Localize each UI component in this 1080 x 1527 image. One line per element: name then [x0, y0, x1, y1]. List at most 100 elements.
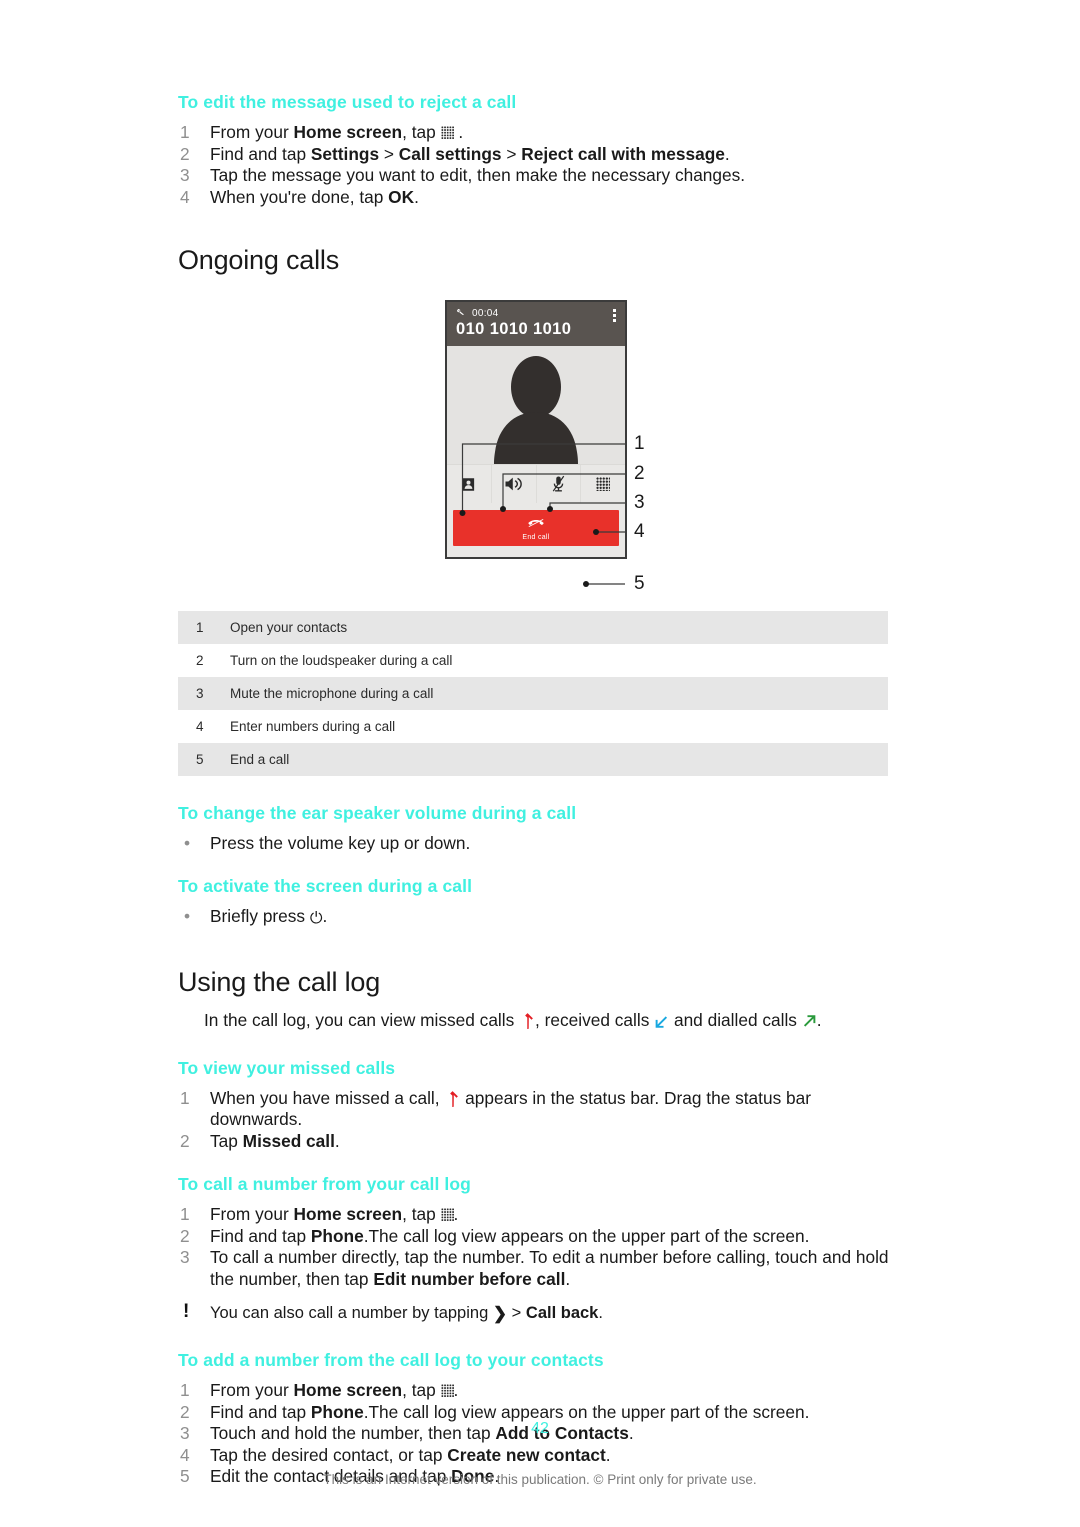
dialled-call-icon [803, 1015, 816, 1027]
phone-status-header: 00:04 010 1010 1010 [447, 302, 625, 346]
heading-call-from-log: To call a number from your call log [178, 1174, 471, 1194]
app-grid-icon [440, 1384, 454, 1397]
legend-number: 2 [196, 653, 204, 668]
callout-number-4: 4 [634, 521, 645, 542]
step-text: Tap the desired contact, or tap Create n… [210, 1444, 611, 1465]
table-row: 3 Mute the microphone during a call [178, 677, 888, 710]
end-call-area: End call [447, 503, 625, 557]
step-number: 2 [180, 1225, 190, 1246]
legend-number: 5 [178, 743, 230, 776]
step-text: From your Home screen, tap . [210, 1380, 459, 1400]
step-text: Tap the message you want to edit, then m… [210, 165, 746, 185]
legend-description: Open your contacts [230, 611, 888, 644]
step-text: Find and tap Settings > Call settings > … [210, 143, 730, 164]
list-item: 4 Tap the desired contact, or tap Create… [178, 1445, 908, 1467]
footer-note: This is an Internet version of this publ… [323, 1472, 757, 1487]
heading-view-missed-calls: To view your missed calls [178, 1057, 396, 1078]
callout-legend-table: 1 Open your contacts 2 Turn on the louds… [178, 611, 888, 776]
page-number: 42 [531, 1420, 549, 1437]
call-log-intro: In the call log, you can view missed cal… [204, 1010, 822, 1030]
mute-microphone-button[interactable] [537, 465, 582, 503]
list-item: 3 Tap the message you want to edit, then… [178, 165, 908, 187]
legend-number: 1 [178, 611, 230, 644]
phone-handset-icon [457, 308, 464, 316]
legend-description: Enter numbers during a call [230, 719, 396, 734]
list-item: 2 Find and tap Phone.The call log view a… [178, 1226, 908, 1248]
contacts-button[interactable] [447, 465, 492, 503]
loudspeaker-icon [505, 477, 522, 491]
ongoing-call-figure: 00:04 010 1010 1010 End call 1 2 3 4 5 [178, 300, 908, 595]
callout-number-2: 2 [634, 463, 645, 484]
received-call-icon [655, 1016, 668, 1028]
tip-text: You can also call a number by tapping ❯ … [210, 1304, 603, 1323]
step-text: From your Home screen, tap . [210, 122, 464, 142]
callout-number-5: 5 [634, 573, 645, 594]
step-number: 3 [180, 165, 190, 185]
legend-description: Mute the microphone during a call [230, 677, 888, 710]
step-number: 1 [180, 1087, 190, 1108]
step-number: 3 [180, 1247, 190, 1267]
missed-call-icon [525, 1013, 533, 1029]
step-number: 1 [180, 1380, 190, 1400]
end-call-label: End call [522, 534, 550, 541]
bullets-activate-screen: • Briefly press ⏻. [178, 906, 908, 930]
list-item: 1 From your Home screen, tap . [178, 122, 908, 144]
step-number: 1 [180, 122, 190, 142]
list-item: 1 From your Home screen, tap . [178, 1204, 908, 1226]
step-text: Tap Missed call. [210, 1130, 340, 1151]
steps-call-from-log: 1 From your Home screen, tap . 2 Find an… [178, 1204, 908, 1290]
page-content: To edit the message used to reject a cal… [178, 92, 908, 1488]
bullet-text: Press the volume key up or down. [210, 833, 471, 853]
tip-call-back: ! You can also call a number by tapping … [178, 1301, 908, 1324]
heading-ear-speaker-volume: To change the ear speaker volume during … [178, 803, 577, 823]
step-text: When you're done, tap OK. [210, 186, 419, 207]
power-icon: ⏻ [309, 909, 323, 927]
app-grid-icon [440, 126, 454, 139]
mute-microphone-icon [552, 475, 565, 492]
call-timer: 00:04 [472, 308, 499, 319]
page-title-ongoing-calls: Ongoing calls [178, 245, 339, 275]
legend-description: Turn on the loudspeaker during a call [230, 653, 453, 668]
callout-number-3: 3 [634, 492, 645, 513]
steps-reject-message: 1 From your Home screen, tap . 2 Find an… [178, 122, 908, 208]
end-call-button[interactable]: End call [453, 510, 619, 546]
step-text: When you have missed a call, appears in … [210, 1087, 812, 1130]
step-text: From your Home screen, tap . [210, 1204, 459, 1224]
step-number: 2 [180, 143, 190, 164]
step-text: Find and tap Phone.The call log view app… [210, 1401, 810, 1422]
in-call-action-bar [447, 464, 625, 503]
heading-activate-screen: To activate the screen during a call [178, 875, 473, 896]
callout-number-1: 1 [634, 433, 645, 454]
dialpad-button[interactable] [581, 465, 625, 503]
table-row: 4 Enter numbers during a call [178, 710, 888, 743]
list-item: 1 From your Home screen, tap . [178, 1380, 908, 1402]
step-number: 2 [180, 1130, 190, 1151]
page-title-using-call-log: Using the call log [178, 967, 381, 997]
app-grid-icon [440, 1208, 454, 1221]
phone-number: 010 1010 1010 [456, 320, 572, 338]
bullet-text: Briefly press ⏻. [210, 906, 327, 927]
list-item: 2 Tap Missed call. [178, 1131, 908, 1153]
contact-photo-area [447, 346, 625, 464]
contacts-icon [463, 477, 475, 491]
loudspeaker-button[interactable] [492, 465, 537, 503]
step-number: 1 [180, 1204, 190, 1224]
legend-description: End a call [230, 743, 888, 776]
step-text: Find and tap Phone.The call log view app… [210, 1225, 810, 1246]
end-call-handset-icon [528, 518, 544, 528]
kebab-menu-icon[interactable] [613, 309, 616, 324]
step-number: 4 [180, 186, 190, 207]
list-item: 4 When you're done, tap OK. [178, 187, 908, 209]
legend-number: 4 [196, 719, 204, 734]
table-row: 5 End a call [178, 743, 888, 776]
heading-add-from-log: To add a number from the call log to you… [178, 1350, 604, 1370]
table-row: 2 Turn on the loudspeaker during a call [178, 644, 888, 677]
list-item: 1 When you have missed a call, appears i… [178, 1088, 908, 1131]
step-number: 4 [180, 1444, 190, 1465]
bullets-ear-speaker-volume: • Press the volume key up or down. [178, 833, 908, 855]
bullet-dot: • [184, 905, 191, 926]
missed-call-icon [450, 1090, 459, 1107]
list-item: • Briefly press ⏻. [178, 906, 908, 930]
phone-mockup: 00:04 010 1010 1010 End call [445, 300, 627, 559]
list-item: 3 To call a number directly, tap the num… [178, 1247, 908, 1290]
